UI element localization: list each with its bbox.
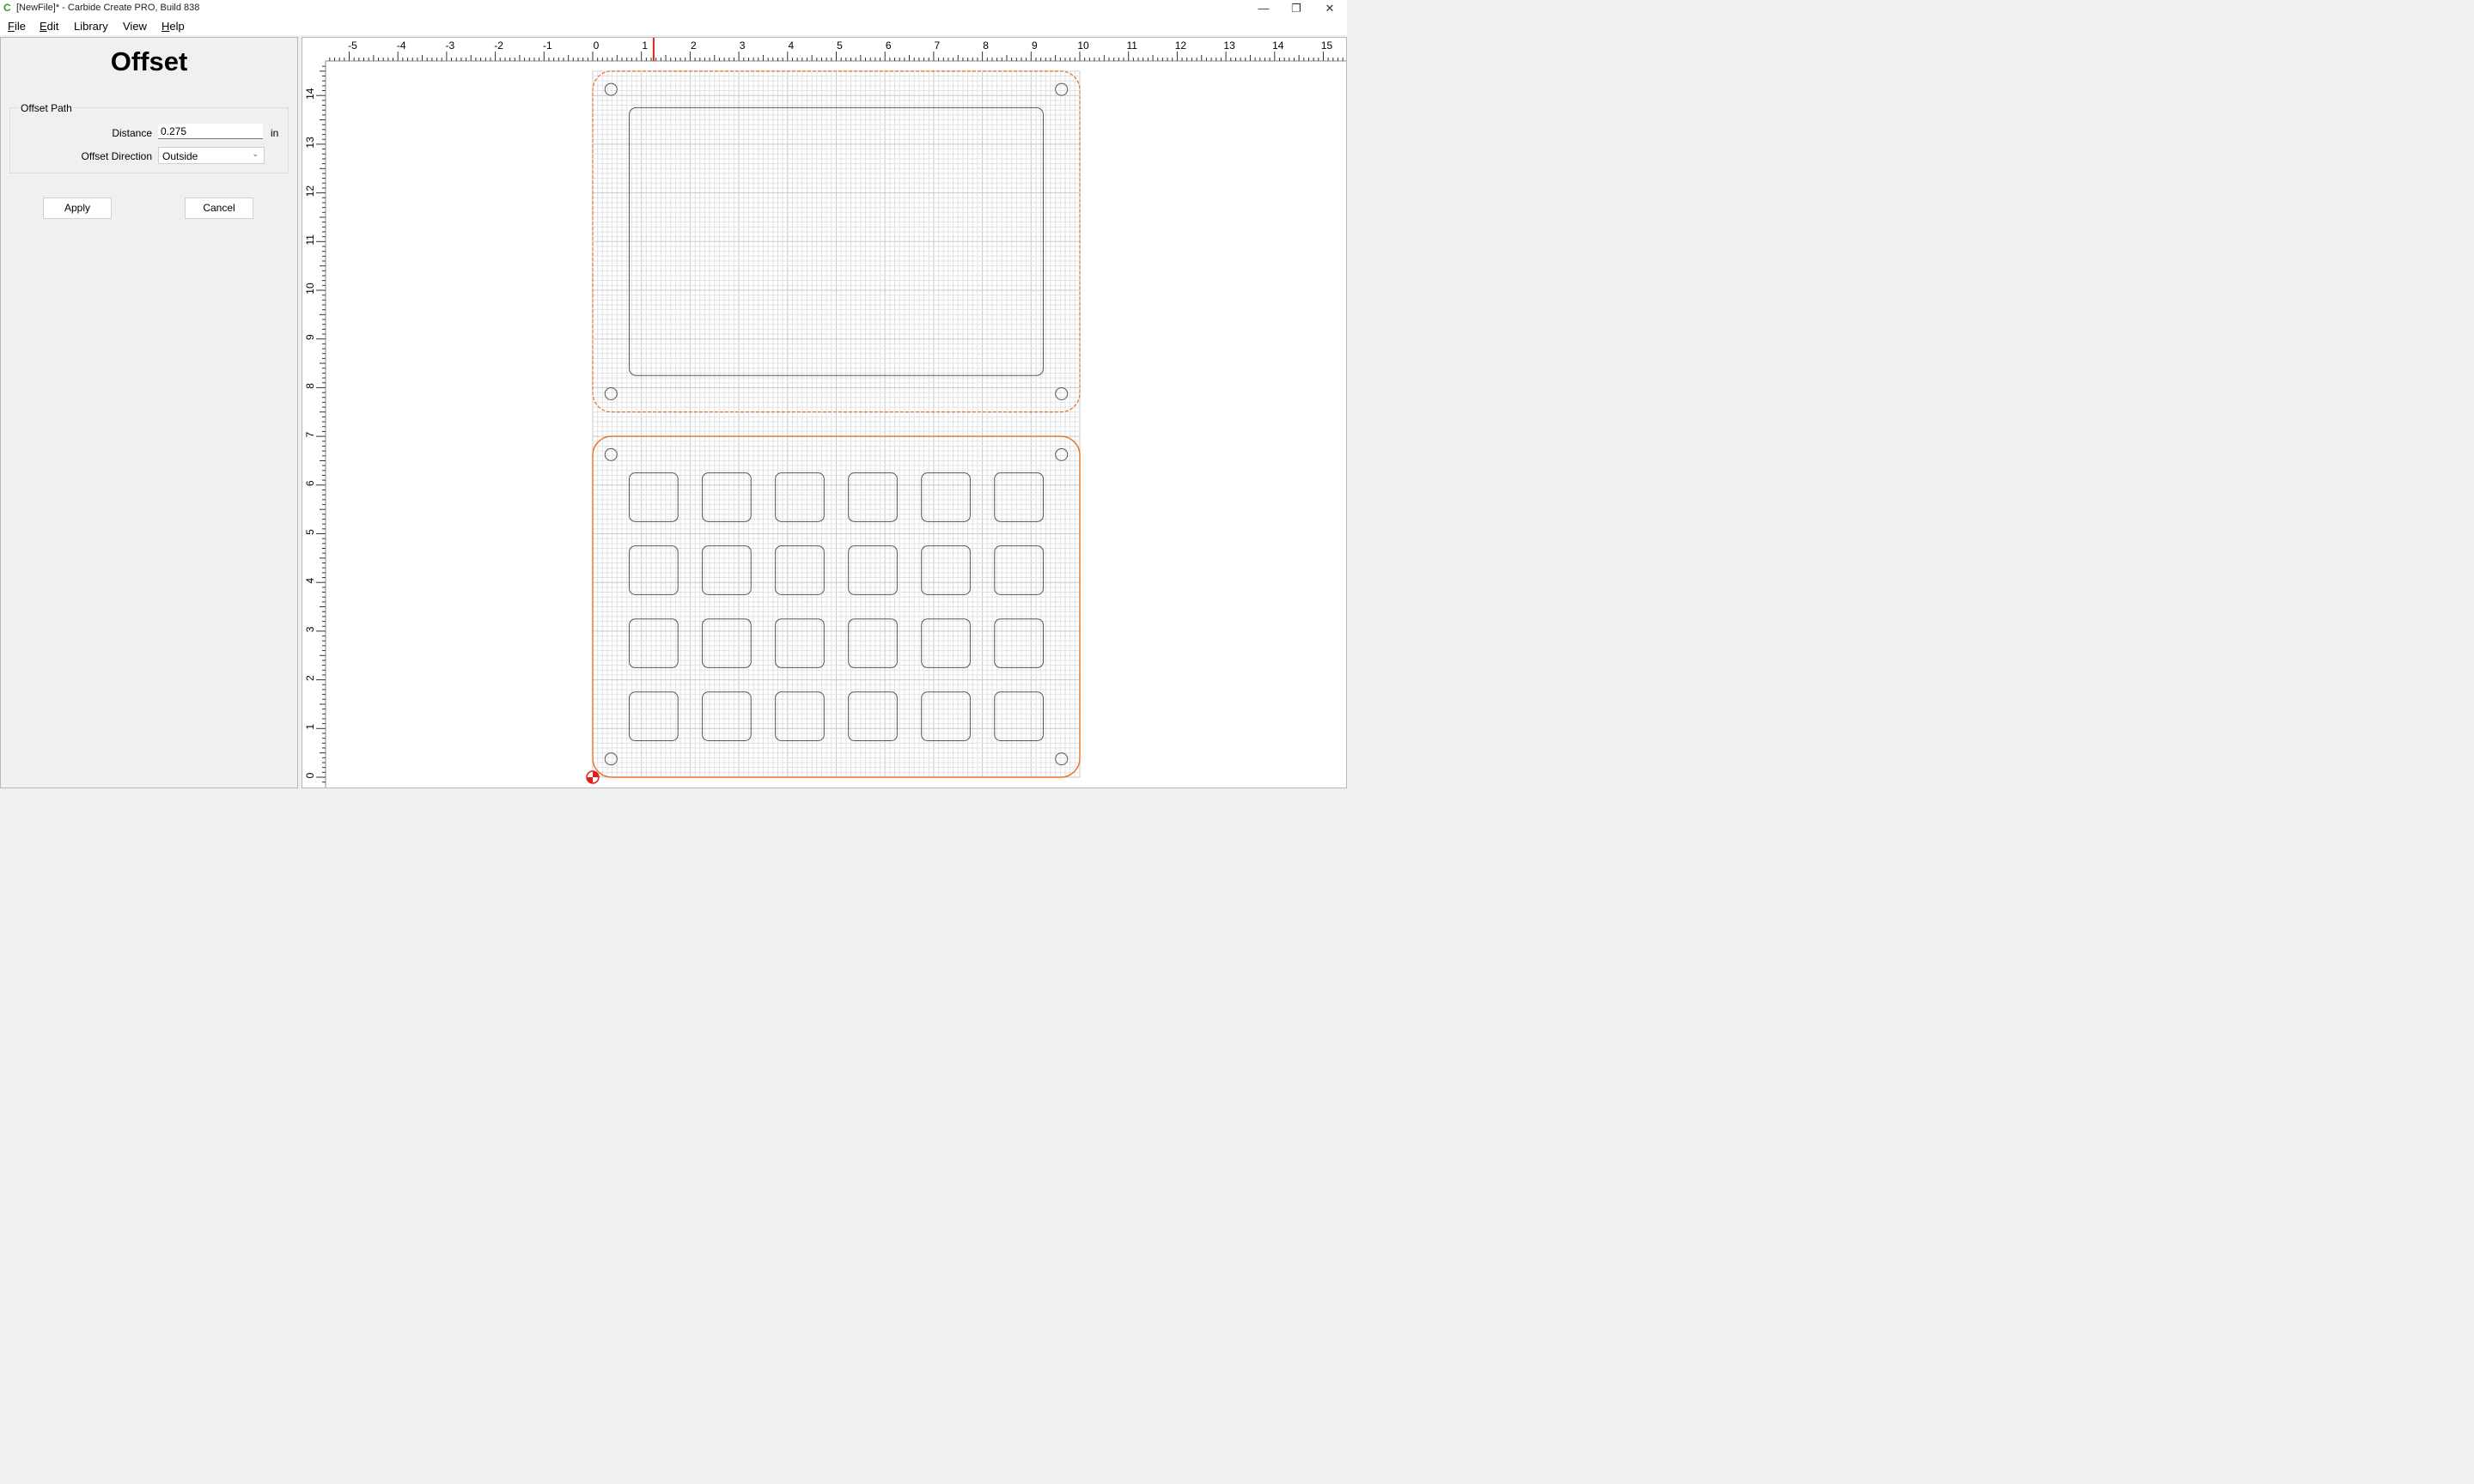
menu-view[interactable]: View [123,20,147,33]
canvas-drawing[interactable]: -5 -4 -3 -2 -1 0 1 2 3 4 5 6 7 8 9 10 11 12 13 14 1501234567… [302,38,1346,788]
ruler-label-y: 14 [304,88,316,100]
ruler-label-x: 6 [886,40,892,52]
ruler-label-y: 2 [304,675,316,681]
ruler-label-x: 8 [983,40,989,52]
ruler-label-x: -1 [543,40,552,52]
ruler-label-x: -5 [348,40,357,52]
ruler-label-x: -2 [494,40,503,52]
ruler-label-x: 3 [740,40,746,52]
offset-panel: Offset Offset Path Distance in Offset Di… [0,37,298,788]
ruler-label-y: 11 [304,234,316,246]
design-canvas[interactable]: -5 -4 -3 -2 -1 0 1 2 3 4 5 6 7 8 9 10 11 12 13 14 15 0 1 2 3 4 5 6 7… [302,37,1347,788]
menu-bar: File Edit Library View Help [0,16,1347,35]
window-title: [NewFile]* - Carbide Create PRO, Build 8… [16,3,200,13]
ruler-label-y: 0 [304,772,316,778]
restore-button[interactable]: ❐ [1280,0,1313,16]
ruler-label-x: 10 [1077,40,1089,52]
ruler-label-x: 15 [1321,40,1333,52]
ruler-label-y: 5 [304,529,316,535]
ruler-label-x: 7 [935,40,941,52]
ruler-label-x: 11 [1126,40,1137,52]
minimize-button[interactable]: — [1247,0,1280,16]
ruler-label-y: 12 [304,186,316,198]
ruler-label-y: 8 [304,383,316,389]
ruler-label-x: 9 [1032,40,1038,52]
offset-direction-select[interactable]: Outside ⌄ [158,147,265,164]
offset-path-group-label: Offset Path [19,102,74,114]
ruler-label-x: 5 [837,40,843,52]
ruler-label-y: 3 [304,626,316,632]
ruler-label-y: 10 [304,283,316,295]
ruler-label-y: 4 [304,578,316,584]
ruler-label-x: -3 [446,40,455,52]
ruler-label-y: 13 [304,137,316,149]
left-ruler [302,38,326,788]
distance-label: Distance [112,127,152,139]
distance-unit-label: in [271,127,279,139]
cancel-button[interactable]: Cancel [185,198,253,219]
status-bar [0,788,1347,808]
close-button[interactable]: ✕ [1313,0,1346,16]
distance-input[interactable] [158,124,263,139]
ruler-label-x: 13 [1223,40,1235,52]
offset-direction-value: Outside [162,150,198,162]
menu-help[interactable]: Help [161,20,185,33]
ruler-label-x: 14 [1272,40,1284,52]
menu-edit[interactable]: Edit [40,20,58,33]
chevron-down-icon: ⌄ [252,149,259,158]
apply-button[interactable]: Apply [43,198,112,219]
ruler-label-x: 2 [691,40,697,52]
menu-file[interactable]: File [8,20,26,33]
offset-direction-label: Offset Direction [81,150,152,162]
ruler-label-y: 9 [304,334,316,340]
ruler-label-y: 6 [304,480,316,486]
title-bar: C [NewFile]* - Carbide Create PRO, Build… [0,0,1347,16]
ruler-label-x: 4 [788,40,794,52]
carbide-c-icon: C [3,2,11,14]
panel-title: Offset [110,46,188,76]
ruler-label-y: 1 [304,724,316,730]
origin-marker-quadrant [587,777,593,783]
top-ruler [302,38,1346,61]
ruler-label-y: 7 [304,431,316,437]
ruler-label-x: 1 [642,40,648,52]
ruler-label-x: 0 [594,40,600,52]
ruler-label-x: -4 [397,40,406,52]
ruler-label-x: 12 [1175,40,1187,52]
menu-library[interactable]: Library [74,20,108,33]
